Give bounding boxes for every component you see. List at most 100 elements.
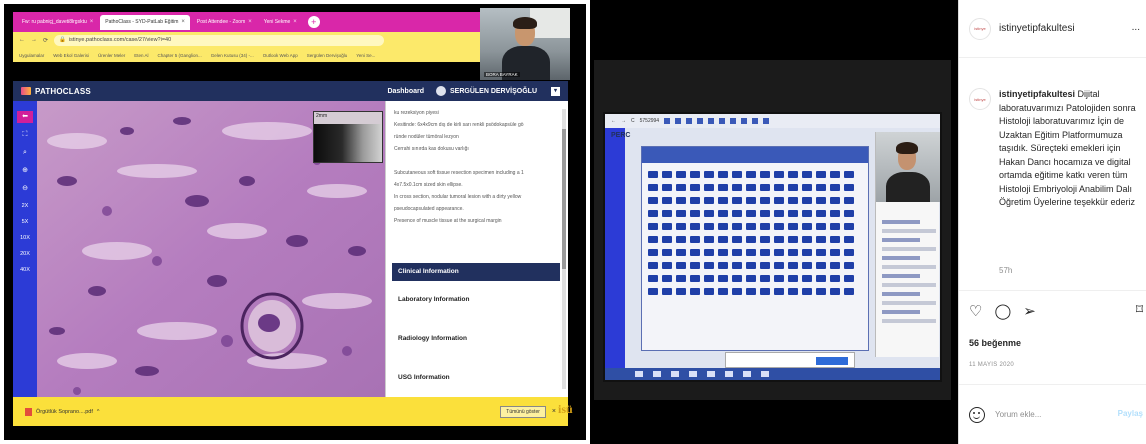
slide-thumbnail-icon [704, 236, 714, 243]
comment-input[interactable]: Yorum ekle... [995, 410, 1041, 419]
more-options-icon[interactable]: ... [1132, 22, 1140, 33]
zoom-out-icon[interactable]: ⊖ [17, 183, 33, 195]
slide-thumbnail-icon [648, 236, 658, 243]
bookmark-item[interactable]: Uygulamalar [19, 53, 44, 58]
case-text-line: Subcutaneous soft tissue resection speci… [394, 170, 524, 176]
menu-toggle-icon[interactable]: ▾ [551, 86, 560, 96]
slide-thumbnail-icon [788, 236, 798, 243]
close-icon[interactable]: × [248, 19, 252, 25]
slide-icon-grid [648, 171, 856, 301]
slide-thumbnail-icon [690, 184, 700, 191]
emoji-icon[interactable] [969, 406, 985, 423]
bookmark-icon[interactable]: ⌑ [1136, 301, 1143, 318]
zoom-20x-button[interactable]: 20X [20, 249, 30, 259]
close-icon[interactable]: × [90, 19, 94, 25]
monitor-app-sidebar [605, 128, 625, 378]
bookmark-item[interactable]: Ürenler Meler [98, 53, 125, 58]
slide-thumbnail-icon [844, 275, 854, 282]
close-icon[interactable]: × [552, 408, 556, 415]
reload-icon[interactable]: ⟳ [43, 37, 48, 44]
case-description: ku rezeksiyon piyesi Kesitinde: 6x4x9cm … [394, 109, 559, 229]
slide-thumbnail-icon [690, 249, 700, 256]
show-all-button[interactable]: Tümünü göster [500, 405, 546, 418]
browser-tab[interactable]: Yeni Sekme × [259, 15, 302, 30]
zoom-5x-button[interactable]: 5X [22, 217, 29, 227]
comment-icon[interactable]: ◯ [994, 302, 1011, 320]
slide-thumbnail-icon [662, 249, 672, 256]
bookmark-item[interactable]: Eten Al [134, 53, 148, 58]
slide-overview-thumbnail[interactable]: 2mm [313, 111, 383, 163]
slide-thumbnail-icon [746, 249, 756, 256]
bookmark-item[interactable]: Gelen Kutusu (34) -... [211, 53, 254, 58]
participant-name: BORA BAYRAK [484, 72, 520, 77]
address-bar[interactable]: 🔒 istinye.pathoclass.com/case/27/view?i=… [54, 34, 385, 46]
download-item[interactable]: Örgütlük Soprano....pdf ^ [25, 407, 100, 416]
browser-tab[interactable]: Post Attendee - Zoom × [192, 15, 257, 30]
brand[interactable]: PATHOCLASS [21, 87, 91, 96]
slide-thumbnail-icon [844, 249, 854, 256]
likes-count[interactable]: 56 beğenme [969, 338, 1021, 348]
back-icon[interactable]: ← [19, 37, 25, 43]
monitor-taskbar [605, 368, 940, 380]
slide-thumbnail-icon [830, 288, 840, 295]
search-icon[interactable]: ⌕ [17, 147, 33, 159]
post-comment-button[interactable]: Paylaş [1118, 409, 1143, 418]
bookmark-item[interactable]: Web Ekol Galerisi [53, 53, 89, 58]
zoom-40x-button[interactable]: 40X [20, 265, 30, 275]
panel-scrollbar[interactable] [562, 109, 566, 389]
slide-thumbnail-icon [774, 171, 784, 178]
slide-thumbnail-icon [774, 249, 784, 256]
slide-thumbnail-icon [690, 288, 700, 295]
caption-handle[interactable]: istinyetipfakultesi [999, 89, 1075, 99]
account-handle[interactable]: istinyetipfakultesi [999, 23, 1075, 34]
slide-thumbnail-icon [760, 223, 770, 230]
bookmark-item[interactable]: Yeni Se... [356, 53, 375, 58]
close-icon[interactable]: × [293, 19, 297, 25]
browser-tab-active[interactable]: PathoClass - SYD-PatLab Eğitim × [100, 14, 190, 30]
slide-thumbnail-icon [718, 236, 728, 243]
slide-thumbnail-icon [774, 197, 784, 204]
close-icon[interactable]: × [181, 19, 185, 25]
post-caption: istinye istinyetipfakultesi Dijital labo… [969, 88, 1139, 210]
dashboard-link[interactable]: Dashboard [387, 88, 424, 95]
account-avatar[interactable]: istinye [969, 17, 991, 40]
slide-thumbnail-icon [830, 223, 840, 230]
back-arrow-icon[interactable]: ⬅ [17, 111, 33, 123]
slide-thumbnail-icon [802, 223, 812, 230]
slide-thumbnail-icon [662, 197, 672, 204]
case-text-line: ründe nodüler tümöral lezyon [394, 134, 459, 140]
slide-thumbnail-icon [788, 288, 798, 295]
download-bar: Örgütlük Soprano....pdf ^ Tümünü göster … [13, 397, 568, 426]
slide-thumbnail-icon [718, 184, 728, 191]
slide-thumbnail-icon [704, 171, 714, 178]
slide-thumbnail-icon [718, 288, 728, 295]
radiology-information-section[interactable]: Radiology Information [398, 335, 467, 342]
slide-thumbnail-icon [648, 210, 658, 217]
share-icon[interactable]: ➢ [1023, 302, 1036, 320]
slide-thumbnail-icon [816, 223, 826, 230]
clinical-information-section[interactable]: Clinical Information [392, 263, 560, 281]
slide-thumbnail-icon [746, 184, 756, 191]
chevron-up-icon[interactable]: ^ [97, 409, 100, 415]
forward-icon[interactable]: → [31, 37, 37, 43]
usg-information-section[interactable]: USG Information [398, 374, 450, 381]
slide-thumbnail-icon [662, 275, 672, 282]
bookmark-item[interactable]: Sergülen Dervişoğlu [307, 53, 348, 58]
laboratory-information-section[interactable]: Laboratory Information [398, 296, 470, 303]
slide-thumbnail-icon [676, 236, 686, 243]
new-tab-button[interactable]: + [307, 16, 320, 28]
browser-tab[interactable]: Fw: ru pabniçj_daveti8lrgsktu × [17, 15, 98, 30]
bookmark-item[interactable]: Outlook Web App [263, 53, 298, 58]
zoom-2x-button[interactable]: 2X [22, 201, 29, 211]
heart-icon[interactable]: ♡ [969, 302, 982, 320]
bookmark-item[interactable]: Chapter 5 (Ganglion... [157, 53, 201, 58]
slide-thumbnail-icon [760, 275, 770, 282]
zoom-in-icon[interactable]: ⊕ [17, 165, 33, 177]
slide-thumbnail-icon [816, 184, 826, 191]
fullscreen-icon[interactable]: ⛶ [17, 129, 33, 141]
zoom-10x-button[interactable]: 10X [20, 233, 30, 243]
slide-thumbnail-icon [704, 275, 714, 282]
user-menu[interactable]: SERGÜLEN DERVİŞOĞLU ▾ [436, 86, 560, 96]
slide-thumbnail-icon [746, 197, 756, 204]
caption-avatar[interactable]: istinye [969, 88, 991, 110]
